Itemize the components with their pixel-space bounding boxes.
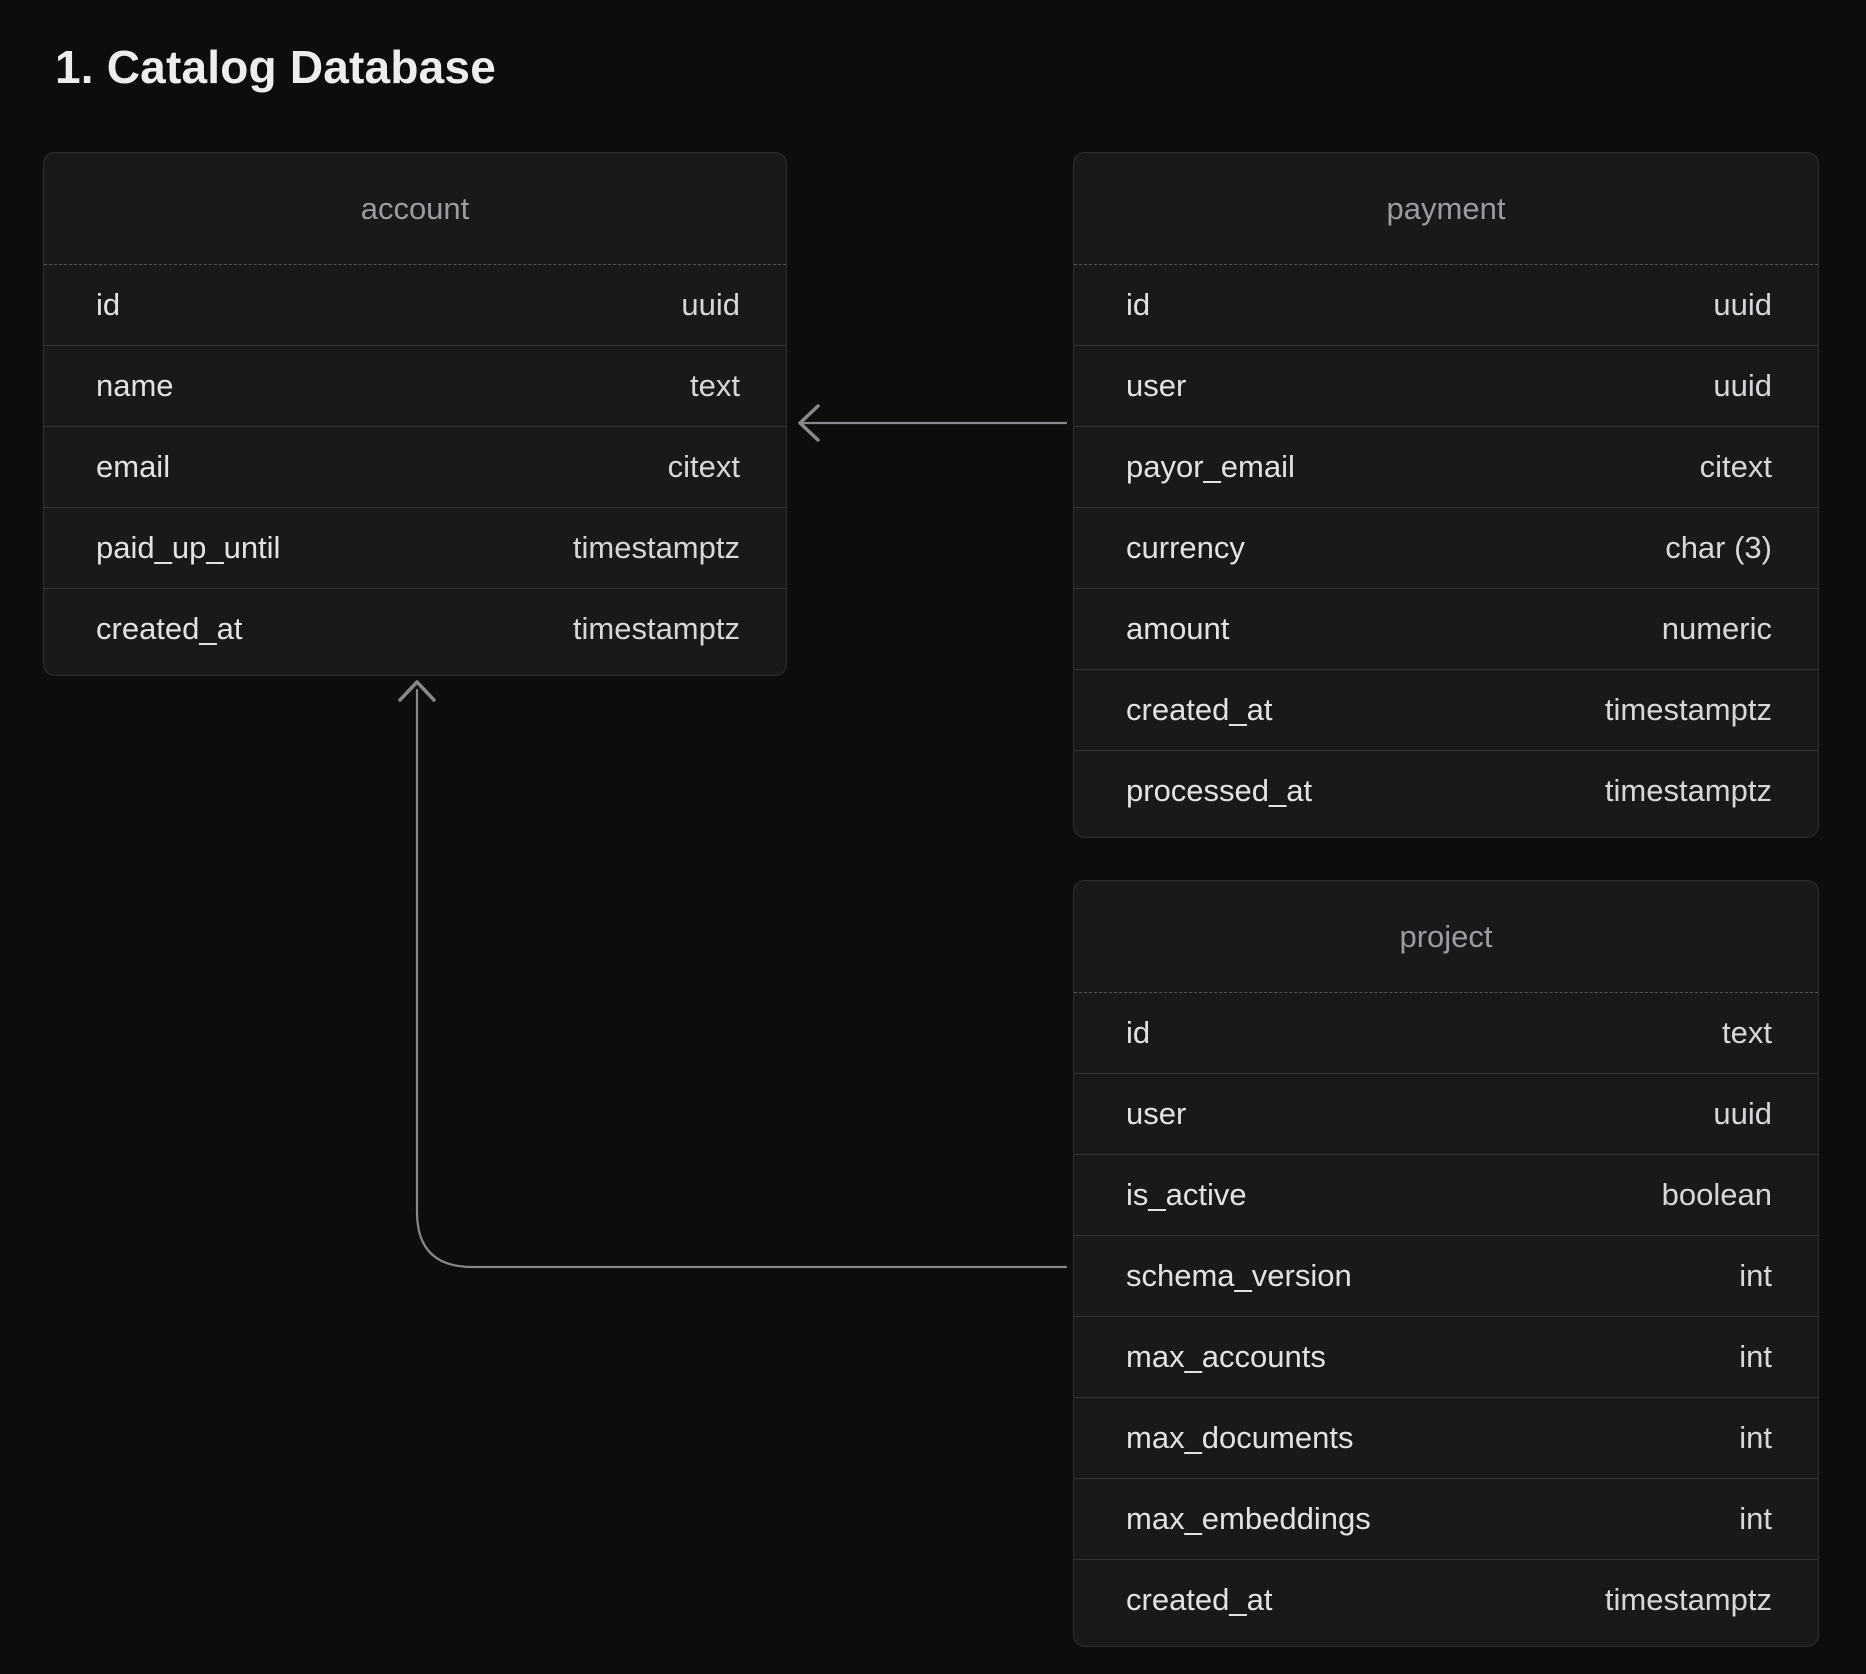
- field-row: is_active boolean: [1074, 1154, 1818, 1235]
- field-row: currency char (3): [1074, 507, 1818, 588]
- relation-arrow-project-to-account: [400, 682, 1066, 1267]
- field-name: id: [1126, 1015, 1150, 1051]
- field-row: user uuid: [1074, 345, 1818, 426]
- diagram-canvas: 1.Catalog Database account id uuid name …: [0, 0, 1866, 1674]
- page-title-number: 1.: [55, 41, 94, 93]
- field-row: paid_up_until timestamptz: [44, 507, 786, 588]
- field-type: citext: [668, 449, 740, 485]
- field-row: email citext: [44, 426, 786, 507]
- field-type: timestamptz: [573, 530, 740, 566]
- field-name: user: [1126, 1096, 1186, 1132]
- field-type: uuid: [1713, 287, 1772, 323]
- field-row: id text: [1074, 993, 1818, 1073]
- field-name: id: [96, 287, 120, 323]
- field-row: id uuid: [44, 265, 786, 345]
- field-type: uuid: [1713, 1096, 1772, 1132]
- field-row: processed_at timestamptz: [1074, 750, 1818, 831]
- field-row: created_at timestamptz: [1074, 669, 1818, 750]
- table-payment-rows: id uuid user uuid payor_email citext cur…: [1074, 265, 1818, 837]
- field-type: uuid: [1713, 368, 1772, 404]
- field-name: paid_up_until: [96, 530, 280, 566]
- field-row: payor_email citext: [1074, 426, 1818, 507]
- field-row: created_at timestamptz: [44, 588, 786, 669]
- relation-arrow-payment-to-account: [800, 406, 1066, 440]
- field-name: processed_at: [1126, 773, 1312, 809]
- field-type: int: [1739, 1258, 1772, 1294]
- field-row: created_at timestamptz: [1074, 1559, 1818, 1640]
- field-type: timestamptz: [1605, 773, 1772, 809]
- field-type: citext: [1700, 449, 1772, 485]
- table-account[interactable]: account id uuid name text email citext p…: [43, 152, 787, 676]
- field-name: is_active: [1126, 1177, 1247, 1213]
- field-row: id uuid: [1074, 265, 1818, 345]
- field-type: timestamptz: [1605, 692, 1772, 728]
- field-type: timestamptz: [573, 611, 740, 647]
- field-row: max_accounts int: [1074, 1316, 1818, 1397]
- field-name: schema_version: [1126, 1258, 1352, 1294]
- field-name: currency: [1126, 530, 1245, 566]
- field-name: created_at: [1126, 1582, 1273, 1618]
- field-row: amount numeric: [1074, 588, 1818, 669]
- field-row: user uuid: [1074, 1073, 1818, 1154]
- field-type: boolean: [1662, 1177, 1772, 1213]
- field-type: timestamptz: [1605, 1582, 1772, 1618]
- field-row: name text: [44, 345, 786, 426]
- field-type: numeric: [1662, 611, 1772, 647]
- page-title-text: Catalog Database: [107, 41, 496, 93]
- field-type: char (3): [1665, 530, 1772, 566]
- field-name: amount: [1126, 611, 1229, 647]
- field-type: int: [1739, 1501, 1772, 1537]
- field-row: max_documents int: [1074, 1397, 1818, 1478]
- field-type: text: [1722, 1015, 1772, 1051]
- page-title: 1.Catalog Database: [55, 40, 496, 94]
- table-project[interactable]: project id text user uuid is_active bool…: [1073, 880, 1819, 1647]
- table-project-title: project: [1074, 881, 1818, 992]
- field-row: max_embeddings int: [1074, 1478, 1818, 1559]
- field-name: max_documents: [1126, 1420, 1353, 1456]
- field-name: created_at: [96, 611, 243, 647]
- field-name: max_embeddings: [1126, 1501, 1371, 1537]
- field-name: user: [1126, 368, 1186, 404]
- field-name: id: [1126, 287, 1150, 323]
- field-name: email: [96, 449, 170, 485]
- table-payment-title: payment: [1074, 153, 1818, 264]
- field-name: name: [96, 368, 174, 404]
- field-type: text: [690, 368, 740, 404]
- table-project-rows: id text user uuid is_active boolean sche…: [1074, 993, 1818, 1646]
- field-row: schema_version int: [1074, 1235, 1818, 1316]
- field-type: uuid: [681, 287, 740, 323]
- table-payment[interactable]: payment id uuid user uuid payor_email ci…: [1073, 152, 1819, 838]
- table-account-rows: id uuid name text email citext paid_up_u…: [44, 265, 786, 675]
- field-type: int: [1739, 1339, 1772, 1375]
- field-name: max_accounts: [1126, 1339, 1326, 1375]
- table-account-title: account: [44, 153, 786, 264]
- field-name: payor_email: [1126, 449, 1295, 485]
- field-type: int: [1739, 1420, 1772, 1456]
- field-name: created_at: [1126, 692, 1273, 728]
